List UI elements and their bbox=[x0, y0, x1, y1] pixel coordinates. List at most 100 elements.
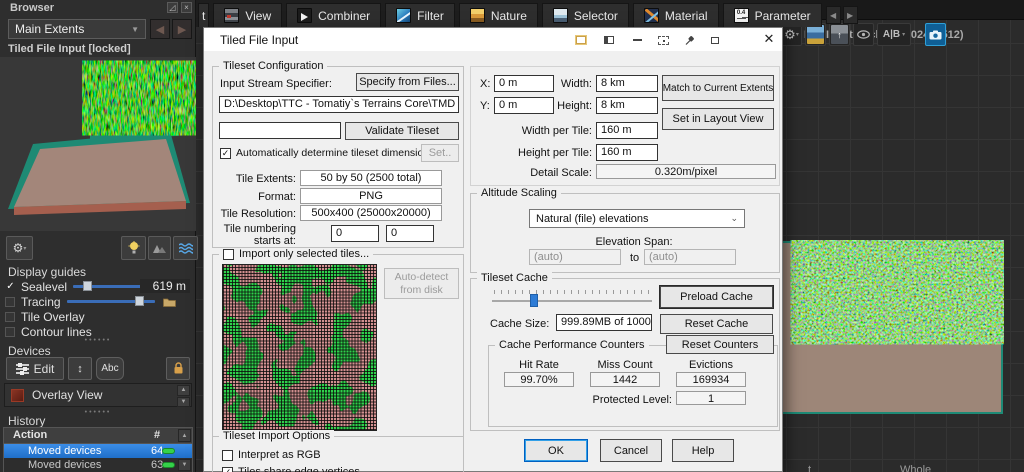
elevation-span-to-field[interactable]: (auto) bbox=[644, 249, 736, 265]
tab-nature[interactable]: Nature bbox=[458, 3, 538, 27]
autodetect-from-disk-button[interactable]: Auto-detect from disk bbox=[384, 268, 459, 299]
tile-numbering-x-field[interactable]: 0 bbox=[331, 225, 379, 242]
render-options-gear-icon[interactable]: ⚙ ▾ bbox=[6, 236, 33, 260]
terrain-rock-icon[interactable] bbox=[148, 236, 171, 260]
help-button[interactable]: Help bbox=[672, 439, 734, 462]
scroll-down-icon[interactable]: ▼ bbox=[177, 396, 190, 407]
tracing-slider[interactable] bbox=[66, 296, 155, 306]
tab-combiner[interactable]: Combiner bbox=[286, 3, 382, 27]
history-scroll-up-icon[interactable]: ▲ bbox=[178, 429, 191, 442]
tileset-configuration-legend: Tileset Configuration bbox=[219, 60, 328, 72]
history-col-action[interactable]: Action bbox=[13, 429, 47, 441]
view-tab-icon bbox=[224, 8, 240, 23]
history-row[interactable]: Moved devices 64 bbox=[4, 444, 192, 458]
prev-extent-button[interactable]: ◀ bbox=[150, 19, 170, 39]
history-table: Action # ▲ Moved devices 64 Moved device… bbox=[3, 427, 193, 472]
cache-size-field[interactable]: 999.89MB of 1000.00MB bbox=[556, 314, 652, 331]
cancel-button[interactable]: Cancel bbox=[600, 439, 662, 462]
altitude-mode-dropdown[interactable]: Natural (file) elevations ⌄ bbox=[529, 209, 745, 228]
sealevel-slider[interactable] bbox=[73, 281, 146, 291]
specify-from-files-button[interactable]: Specify from Files... bbox=[356, 73, 459, 91]
tracing-guide-row[interactable]: Tracing bbox=[4, 294, 194, 309]
auto-dimensions-checkbox[interactable]: ✓ bbox=[220, 147, 231, 159]
sealevel-slider-thumb[interactable] bbox=[83, 281, 93, 291]
width-field[interactable]: 8 km bbox=[596, 75, 658, 92]
sort-order-icon[interactable]: ↕ bbox=[68, 357, 92, 380]
tab-clipped[interactable]: t bbox=[198, 3, 210, 27]
terrain-3d-preview[interactable] bbox=[0, 57, 196, 231]
tab-parameter[interactable]: 0.4 Parameter bbox=[722, 3, 822, 27]
contour-lines-checkbox[interactable] bbox=[5, 326, 15, 337]
viewport-bottom-label-fragment: t bbox=[808, 464, 812, 472]
tileset-aux-field[interactable] bbox=[219, 122, 341, 139]
history-col-count[interactable]: # bbox=[154, 429, 160, 441]
dock-window-icon[interactable] bbox=[574, 34, 588, 46]
tracing-checkbox[interactable] bbox=[5, 296, 15, 307]
lighting-bulb-icon[interactable] bbox=[121, 236, 146, 260]
edit-device-button[interactable]: Edit bbox=[6, 357, 64, 380]
ok-button[interactable]: OK bbox=[524, 439, 588, 462]
tab-view[interactable]: View bbox=[213, 3, 283, 27]
height-per-tile-field[interactable]: 160 m bbox=[596, 144, 658, 161]
set-in-layout-view-button[interactable]: Set in Layout View bbox=[662, 108, 774, 130]
extents-selector[interactable]: Main Extents ▼ bbox=[8, 19, 146, 39]
tab-scroll-right-icon[interactable]: ▶ bbox=[842, 6, 858, 24]
close-icon[interactable]: ✕ bbox=[760, 31, 778, 48]
share-edges-checkbox[interactable]: ✓ bbox=[222, 466, 233, 472]
reset-cache-button[interactable]: Reset Cache bbox=[660, 314, 773, 334]
abc-rename-button[interactable]: Abc bbox=[96, 357, 124, 380]
tracing-file-folder-icon[interactable] bbox=[162, 297, 176, 307]
next-extent-button[interactable]: ▶ bbox=[172, 19, 192, 39]
history-scroll-down-icon[interactable]: ▼ bbox=[178, 459, 191, 471]
pin-window-icon[interactable] bbox=[682, 34, 696, 46]
elevation-span-from-field[interactable]: (auto) bbox=[529, 249, 621, 265]
tile-resolution-value: 500x400 (25000x20000) bbox=[300, 205, 442, 221]
history-status-pill bbox=[162, 462, 175, 468]
tab-scroll-left-icon[interactable]: ◀ bbox=[825, 6, 841, 24]
set-dimensions-button[interactable]: Set.. bbox=[421, 144, 459, 162]
tab-filter[interactable]: Filter bbox=[385, 3, 455, 27]
split-window-icon[interactable] bbox=[602, 34, 616, 46]
lock-icon[interactable] bbox=[166, 357, 190, 380]
browser-panel-title: Browser bbox=[10, 2, 55, 14]
width-per-tile-field[interactable]: 160 m bbox=[596, 122, 658, 139]
scroll-up-icon[interactable]: ▲ bbox=[177, 385, 190, 396]
reset-counters-button[interactable]: Reset Counters bbox=[666, 335, 774, 354]
panel-splitter[interactable]: •••••• bbox=[0, 337, 196, 344]
preload-cache-button[interactable]: Preload Cache bbox=[660, 286, 773, 308]
sealevel-guide-row[interactable]: ✓ Sealevel 619 m bbox=[4, 279, 194, 294]
overlay-view-device[interactable]: Overlay View bbox=[32, 388, 102, 402]
display-guides-title: Display guides bbox=[8, 265, 87, 279]
match-extents-button[interactable]: Match to Current Extents bbox=[662, 75, 774, 101]
ab-compare-toggle[interactable]: A|B ▾ bbox=[877, 23, 911, 46]
panel-close-icon[interactable]: × bbox=[181, 2, 192, 13]
sealevel-checkmark-icon[interactable]: ✓ bbox=[4, 281, 17, 292]
cache-size-slider[interactable] bbox=[492, 300, 652, 302]
panel-undock-icon[interactable]: ◿ bbox=[167, 2, 178, 13]
minimize-icon[interactable] bbox=[630, 34, 644, 46]
free-camera-icon[interactable]: ↑ bbox=[829, 23, 850, 46]
cache-slider-thumb[interactable] bbox=[530, 294, 538, 307]
import-selected-tiles-checkbox[interactable] bbox=[223, 248, 234, 260]
capture-region-icon[interactable] bbox=[656, 34, 670, 46]
history-row[interactable]: Moved devices 63 ▼ bbox=[4, 458, 192, 472]
tile-selection-grid[interactable] bbox=[222, 264, 377, 431]
auto-dimensions-label: Automatically determine tileset dimensio… bbox=[236, 147, 435, 159]
duplicate-window-icon[interactable] bbox=[708, 34, 724, 46]
visibility-eye-icon[interactable] bbox=[853, 23, 874, 46]
tab-material[interactable]: Material bbox=[632, 3, 719, 27]
tile-overlay-guide-row[interactable]: Tile Overlay bbox=[4, 309, 194, 324]
snapshot-camera-icon[interactable] bbox=[925, 23, 946, 46]
height-field[interactable]: 8 km bbox=[596, 97, 658, 114]
validate-tileset-button[interactable]: Validate Tileset bbox=[345, 122, 459, 140]
water-waves-icon[interactable] bbox=[173, 236, 198, 260]
evictions-value: 169934 bbox=[676, 372, 746, 387]
interpret-rgb-checkbox[interactable] bbox=[222, 449, 233, 461]
tab-selector[interactable]: Selector bbox=[541, 3, 629, 27]
sealevel-value: 619 m bbox=[140, 279, 190, 293]
tile-numbering-y-field[interactable]: 0 bbox=[386, 225, 434, 242]
tile-overlay-checkbox[interactable] bbox=[5, 311, 15, 322]
cache-size-label: Cache Size: bbox=[490, 318, 550, 330]
input-stream-path-field[interactable]: D:\Desktop\TTC - Tomatiy`s Terrains Core… bbox=[219, 96, 459, 113]
tracing-slider-thumb[interactable] bbox=[134, 296, 144, 306]
